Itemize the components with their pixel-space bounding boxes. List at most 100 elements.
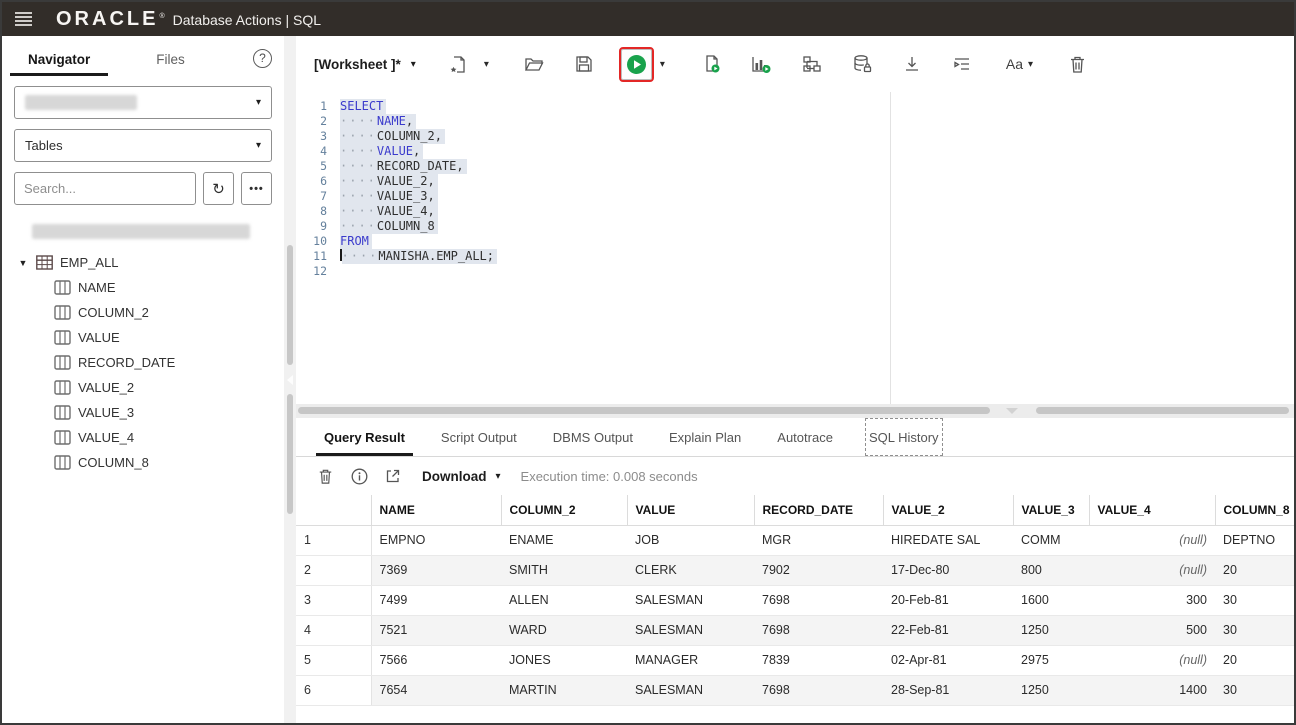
code-line[interactable]: 2····NAME,: [296, 114, 1294, 129]
collapse-down-icon[interactable]: [1006, 408, 1018, 414]
table-cell[interactable]: 22-Feb-81: [883, 615, 1013, 645]
table-cell[interactable]: 1250: [1013, 615, 1089, 645]
table-cell[interactable]: COMM: [1013, 525, 1089, 555]
code-line[interactable]: 9····COLUMN_8: [296, 219, 1294, 234]
tree-item-column[interactable]: VALUE_4: [12, 425, 276, 450]
table-cell[interactable]: WARD: [501, 615, 627, 645]
code-line[interactable]: 6····VALUE_2,: [296, 174, 1294, 189]
table-cell[interactable]: 500: [1089, 615, 1215, 645]
tree-item-column[interactable]: VALUE: [12, 325, 276, 350]
download-results-button[interactable]: Download ▾: [422, 469, 501, 484]
table-cell[interactable]: 17-Dec-80: [883, 555, 1013, 585]
tab-sql-history[interactable]: SQL History: [865, 418, 943, 456]
table-cell[interactable]: 1400: [1089, 675, 1215, 705]
table-cell[interactable]: (null): [1089, 525, 1215, 555]
column-header[interactable]: COLUMN_2: [501, 495, 627, 525]
table-cell[interactable]: SALESMAN: [627, 585, 754, 615]
code-line[interactable]: 7····VALUE_3,: [296, 189, 1294, 204]
table-row[interactable]: 1EMPNOENAMEJOBMGRHIREDATE SALCOMM(null)D…: [296, 525, 1294, 555]
new-worksheet-button[interactable]: [444, 49, 474, 79]
font-size-button[interactable]: Aa ▾: [1003, 49, 1036, 79]
table-cell[interactable]: SALESMAN: [627, 615, 754, 645]
code-line[interactable]: 1SELECT: [296, 99, 1294, 114]
sidebar-splitter[interactable]: [284, 36, 296, 723]
open-in-new-button[interactable]: [378, 462, 408, 490]
search-input[interactable]: [24, 181, 186, 196]
explain-plan-button[interactable]: [747, 49, 777, 79]
table-cell[interactable]: 28-Sep-81: [883, 675, 1013, 705]
table-cell[interactable]: 20-Feb-81: [883, 585, 1013, 615]
refresh-button[interactable]: ↻: [203, 172, 234, 205]
column-header[interactable]: COLUMN_8: [1215, 495, 1294, 525]
results-splitter[interactable]: [296, 404, 1294, 418]
table-cell[interactable]: 7499: [371, 585, 501, 615]
table-cell[interactable]: (null): [1089, 555, 1215, 585]
code-line[interactable]: 12: [296, 264, 1294, 279]
info-button[interactable]: [344, 462, 374, 490]
code-line[interactable]: 10FROM: [296, 234, 1294, 249]
collapse-left-icon[interactable]: [287, 375, 293, 385]
table-cell[interactable]: 7369: [371, 555, 501, 585]
table-cell[interactable]: JONES: [501, 645, 627, 675]
table-cell[interactable]: 2975: [1013, 645, 1089, 675]
table-cell[interactable]: 800: [1013, 555, 1089, 585]
autotrace-button[interactable]: [797, 49, 827, 79]
table-cell[interactable]: 7654: [371, 675, 501, 705]
code-line[interactable]: 4····VALUE,: [296, 144, 1294, 159]
object-type-select[interactable]: Tables ▾: [14, 129, 272, 162]
tree-item-column[interactable]: VALUE_3: [12, 400, 276, 425]
table-cell[interactable]: 7839: [754, 645, 883, 675]
more-options-button[interactable]: •••: [241, 172, 272, 205]
result-grid[interactable]: NAMECOLUMN_2VALUERECORD_DATEVALUE_2VALUE…: [296, 495, 1294, 706]
tree-root-redacted[interactable]: [12, 219, 276, 244]
tree-item-table[interactable]: ▼ EMP_ALL: [12, 250, 276, 275]
table-cell[interactable]: MGR: [754, 525, 883, 555]
table-cell[interactable]: 7698: [754, 585, 883, 615]
column-header[interactable]: VALUE_4: [1089, 495, 1215, 525]
open-file-button[interactable]: [519, 49, 549, 79]
table-cell[interactable]: 30: [1215, 675, 1294, 705]
tab-dbms-output[interactable]: DBMS Output: [549, 418, 637, 456]
table-cell[interactable]: 7521: [371, 615, 501, 645]
sql-history-button[interactable]: [847, 49, 877, 79]
tree-item-column[interactable]: COLUMN_8: [12, 450, 276, 475]
table-cell[interactable]: MARTIN: [501, 675, 627, 705]
column-header[interactable]: [296, 495, 371, 525]
run-statement-button[interactable]: [621, 49, 652, 80]
table-cell[interactable]: CLERK: [627, 555, 754, 585]
table-cell[interactable]: 7698: [754, 675, 883, 705]
table-row[interactable]: 67654MARTINSALESMAN769828-Sep-8112501400…: [296, 675, 1294, 705]
code-line[interactable]: 3····COLUMN_2,: [296, 129, 1294, 144]
tab-explain-plan[interactable]: Explain Plan: [665, 418, 745, 456]
table-cell[interactable]: (null): [1089, 645, 1215, 675]
code-line[interactable]: 11····MANISHA.EMP_ALL;: [296, 249, 1294, 264]
table-cell[interactable]: 20: [1215, 555, 1294, 585]
table-cell[interactable]: 1600: [1013, 585, 1089, 615]
tab-autotrace[interactable]: Autotrace: [773, 418, 837, 456]
download-editor-button[interactable]: [897, 49, 927, 79]
tab-files[interactable]: Files: [152, 40, 189, 76]
schema-select[interactable]: ▾: [14, 86, 272, 119]
clear-worksheet-button[interactable]: [1062, 49, 1092, 79]
table-cell[interactable]: 30: [1215, 585, 1294, 615]
help-icon[interactable]: ?: [253, 49, 272, 68]
table-cell[interactable]: DEPTNO: [1215, 525, 1294, 555]
tab-script-output[interactable]: Script Output: [437, 418, 521, 456]
table-cell[interactable]: 7902: [754, 555, 883, 585]
table-cell[interactable]: 7566: [371, 645, 501, 675]
column-header[interactable]: VALUE_3: [1013, 495, 1089, 525]
tree-expand-icon[interactable]: ▼: [14, 258, 32, 268]
run-script-button[interactable]: [697, 49, 727, 79]
table-cell[interactable]: 30: [1215, 615, 1294, 645]
tree-item-column[interactable]: RECORD_DATE: [12, 350, 276, 375]
tree-item-column[interactable]: NAME: [12, 275, 276, 300]
code-line[interactable]: 8····VALUE_4,: [296, 204, 1294, 219]
worksheet-title-dropdown[interactable]: [Worksheet ]* ▾: [314, 57, 416, 72]
table-cell[interactable]: MANAGER: [627, 645, 754, 675]
table-cell[interactable]: 20: [1215, 645, 1294, 675]
column-header[interactable]: VALUE_2: [883, 495, 1013, 525]
tab-query-result[interactable]: Query Result: [320, 418, 409, 456]
save-button[interactable]: [569, 49, 599, 79]
column-header[interactable]: NAME: [371, 495, 501, 525]
column-header[interactable]: VALUE: [627, 495, 754, 525]
